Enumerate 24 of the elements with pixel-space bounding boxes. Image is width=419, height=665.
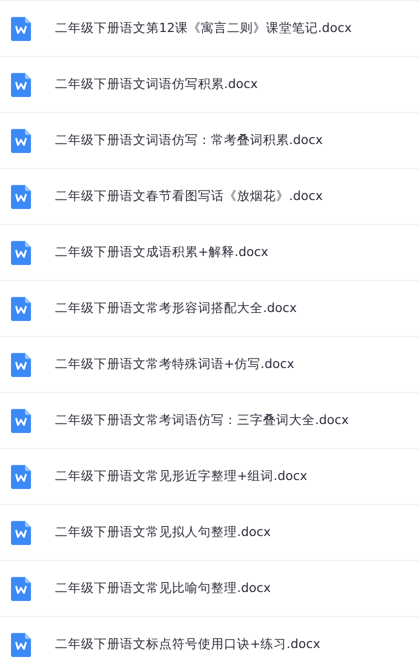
file-name[interactable]: 二年级下册语文常考词语仿写：三字叠词大全.docx bbox=[55, 412, 349, 429]
document-icon bbox=[11, 128, 31, 152]
document-icon bbox=[11, 576, 31, 600]
document-icon bbox=[11, 632, 31, 656]
file-name[interactable]: 二年级下册语文常考特殊词语+仿写.docx bbox=[55, 356, 294, 373]
file-name[interactable]: 二年级下册语文成语积累+解释.docx bbox=[55, 244, 268, 261]
document-icon bbox=[11, 72, 31, 96]
document-icon bbox=[11, 352, 31, 376]
file-name[interactable]: 二年级下册语文常见比喻句整理.docx bbox=[55, 580, 271, 597]
document-icon bbox=[11, 408, 31, 432]
document-icon bbox=[11, 16, 31, 40]
file-name[interactable]: 二年级下册语文常考形容词搭配大全.docx bbox=[55, 300, 297, 317]
document-icon bbox=[11, 240, 31, 264]
file-name[interactable]: 二年级下册语文春节看图写话《放烟花》.docx bbox=[55, 188, 323, 205]
document-icon bbox=[11, 464, 31, 488]
file-name[interactable]: 二年级下册语文词语仿写：常考叠词积累.docx bbox=[55, 132, 323, 149]
document-icon bbox=[11, 520, 31, 544]
document-icon bbox=[11, 296, 31, 320]
file-name[interactable]: 二年级下册语文常见形近字整理+组词.docx bbox=[55, 468, 308, 485]
file-name[interactable]: 二年级下册语文标点符号使用口诀+练习.docx bbox=[55, 636, 320, 653]
file-name[interactable]: 二年级下册语文常见拟人句整理.docx bbox=[55, 524, 271, 541]
file-name[interactable]: 二年级下册语文词语仿写积累.docx bbox=[55, 76, 258, 93]
file-name[interactable]: 二年级下册语文第12课《寓言二则》课堂笔记.docx bbox=[55, 20, 352, 37]
document-icon bbox=[11, 184, 31, 208]
